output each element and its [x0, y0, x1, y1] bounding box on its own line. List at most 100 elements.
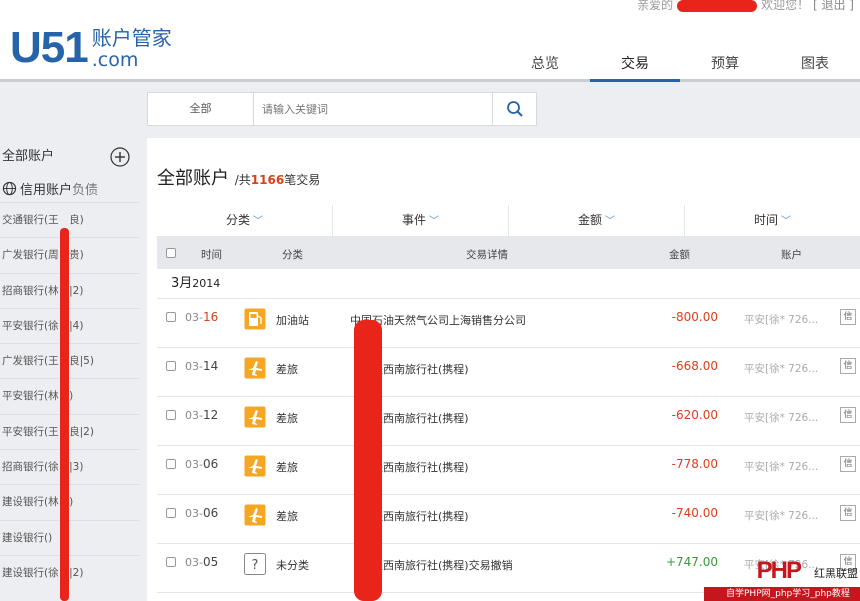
username-redaction	[677, 0, 758, 12]
row-date: 03-12	[185, 408, 218, 422]
logout-link[interactable]: [ 退出 ]	[813, 0, 854, 12]
search-button[interactable]	[492, 93, 536, 125]
tab-transactions[interactable]: 交易	[590, 52, 680, 82]
watermark: PHP 红黑联盟 自学PHP网_php学习_php教程	[704, 553, 860, 601]
row-date-day: 05	[202, 555, 219, 569]
question-icon: ?	[244, 553, 266, 575]
globe-icon	[2, 181, 17, 195]
watermark-strip: 自学PHP网_php学习_php教程	[704, 587, 860, 601]
header: U51 账户管家 .com 总览 交易 预算 图表	[0, 14, 860, 82]
table-row[interactable]: 03-06 差旅 程西南旅行社(携程) -740.00 平安[徐* 726...…	[157, 495, 860, 544]
row-date-month: 03-	[185, 458, 203, 471]
row-date-day: 14	[202, 359, 219, 373]
welcome-bar: 亲爱的 欢迎您！ [ 退出 ]	[0, 0, 860, 14]
airplane-icon	[244, 406, 266, 428]
search-bar: 全部	[147, 92, 537, 126]
logo-brand: U51	[10, 23, 89, 72]
row-amount: -800.00	[671, 310, 718, 324]
column-detail: 交易详情	[466, 249, 508, 261]
sidebar-account-item[interactable]: 平安银行(王 良|2)	[0, 413, 140, 449]
row-account: 平安[徐* 726...	[744, 461, 819, 473]
row-date: 03-14	[185, 359, 218, 373]
row-date: 03-05	[185, 555, 218, 569]
row-date-day: 16	[202, 310, 219, 324]
add-account-icon[interactable]	[110, 147, 130, 167]
row-info-button[interactable]: 信	[840, 505, 856, 521]
sidebar-name-redaction	[60, 228, 69, 601]
row-info-button[interactable]: 信	[840, 309, 856, 325]
row-checkbox[interactable]	[166, 459, 176, 469]
column-amount[interactable]: 金额	[669, 247, 690, 262]
row-date: 03-16	[185, 310, 218, 324]
filter-category[interactable]: 分类 ﹀	[157, 205, 333, 236]
filter-label: 时间	[753, 213, 778, 227]
welcome-suffix: 欢迎您！	[761, 0, 810, 12]
select-all-checkbox[interactable]	[166, 248, 176, 258]
sidebar-account-item[interactable]: 广发银行(周 贵)	[0, 237, 140, 272]
count-number: 1166	[250, 173, 285, 187]
row-date-month: 03-	[185, 507, 203, 520]
tab-budget[interactable]: 预算	[680, 52, 770, 82]
row-checkbox[interactable]	[166, 312, 176, 322]
sidebar-credit-accounts[interactable]: 信用账户 负债	[0, 174, 140, 202]
row-category: 差旅	[276, 510, 298, 523]
row-date-day: 06	[202, 457, 219, 471]
column-time[interactable]: 时间	[201, 247, 222, 262]
sidebar-account-item[interactable]: 招商银行(林 |2)	[0, 272, 140, 308]
chevron-down-icon: ﹀	[781, 216, 791, 227]
table-row[interactable]: 03-14 差旅 程西南旅行社(携程) -668.00 平安[徐* 726...…	[157, 348, 860, 397]
row-info-button[interactable]: 信	[840, 407, 856, 423]
row-info-button[interactable]: 信	[840, 358, 856, 374]
sidebar-account-item[interactable]: 平安银行(林 )	[0, 378, 140, 413]
row-checkbox[interactable]	[166, 557, 176, 567]
sidebar-account-item[interactable]: 平安银行(徐 |4)	[0, 307, 140, 343]
table-row[interactable]: 03-12 差旅 程西南旅行社(携程) -620.00 平安[徐* 726...…	[157, 397, 860, 446]
search-input[interactable]	[254, 93, 492, 125]
logo[interactable]: U51 账户管家 .com	[10, 23, 172, 72]
filter-time[interactable]: 时间 ﹀	[685, 205, 860, 236]
sidebar-account-item[interactable]: 招商银行(徐 |3)	[0, 449, 140, 484]
page-title-text: 全部账户	[157, 168, 229, 189]
row-checkbox[interactable]	[166, 361, 176, 371]
sidebar-all-accounts[interactable]: 全部账户	[0, 140, 140, 174]
filter-event[interactable]: 事件 ﹀	[333, 205, 509, 236]
sidebar-account-item[interactable]: 建设银行(林 )	[0, 484, 140, 519]
row-category: 差旅	[276, 461, 298, 474]
filter-amount[interactable]: 金额 ﹀	[509, 205, 685, 236]
table-header: 时间 分类 交易详情 金额 账户	[157, 237, 860, 269]
watermark-mark: PHP	[756, 557, 802, 584]
table-row[interactable]: 03-06 差旅 程西南旅行社(携程) -778.00 平安[徐* 726...…	[157, 446, 860, 495]
row-checkbox[interactable]	[166, 410, 176, 420]
row-amount: -740.00	[671, 506, 718, 520]
sidebar-account-item[interactable]: 建设银行()	[0, 519, 140, 555]
search-scope-select[interactable]: 全部	[148, 93, 254, 125]
row-amount: -668.00	[671, 359, 718, 373]
column-account: 账户	[781, 249, 802, 261]
row-amount: -778.00	[671, 457, 718, 471]
tab-charts[interactable]: 图表	[770, 52, 860, 82]
column-category[interactable]: 分类	[282, 247, 303, 262]
table-row[interactable]: 03-16 加油站 中国石油天然气公司上海销售分公司 -800.00 平安[徐*…	[157, 299, 860, 348]
watermark-label: 红黑联盟	[814, 567, 858, 580]
detail-redaction	[354, 320, 382, 601]
filter-label: 事件	[401, 213, 426, 227]
row-account: 平安[徐* 726...	[744, 412, 819, 424]
tab-overview[interactable]: 总览	[500, 52, 590, 82]
logo-domain: .com	[91, 49, 139, 71]
row-date: 03-06	[185, 457, 218, 471]
row-info-button[interactable]: 信	[840, 456, 856, 472]
sidebar-account-item[interactable]: 广发银行(王 良|5)	[0, 343, 140, 378]
svg-text:?: ?	[252, 558, 259, 573]
airplane-icon	[244, 504, 266, 526]
page-title: 全部账户 /共1166笔交易	[157, 164, 320, 190]
row-checkbox[interactable]	[166, 508, 176, 518]
sidebar-credit-label: 信用账户	[20, 182, 73, 198]
row-date: 03-06	[185, 506, 218, 520]
filter-label: 分类	[225, 213, 250, 227]
transaction-list: 03-16 加油站 中国石油天然气公司上海销售分公司 -800.00 平安[徐*…	[157, 299, 860, 593]
row-category: 差旅	[276, 412, 298, 425]
row-date-month: 03-	[185, 311, 203, 324]
sidebar-account-item[interactable]: 交通银行(王 良)	[0, 202, 140, 237]
row-category: 未分类	[276, 559, 309, 572]
sidebar-account-item[interactable]: 建设银行(徐 |2)	[0, 554, 140, 590]
